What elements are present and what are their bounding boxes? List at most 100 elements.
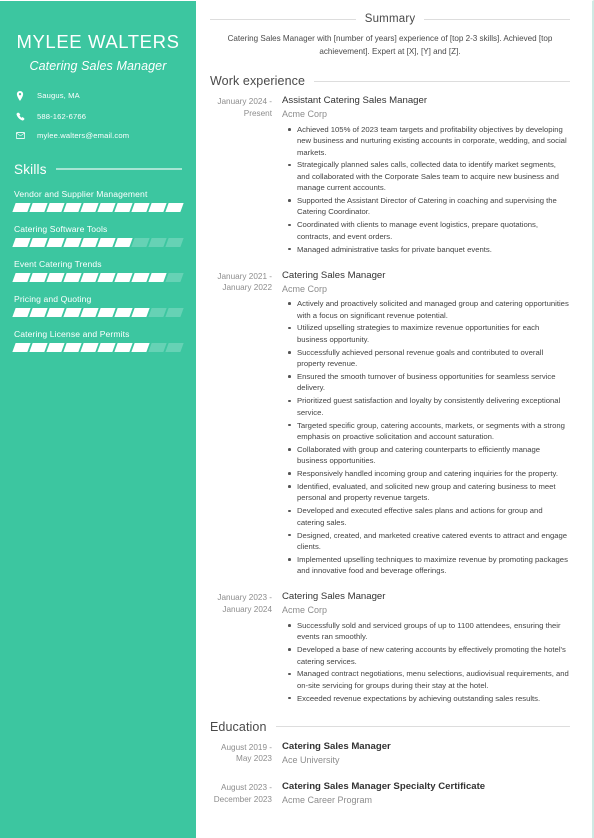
skill-level-segment [131, 307, 150, 317]
entry-bullet: Achieved 105% of 2023 team targets and p… [288, 124, 570, 158]
entry-bullet: Actively and proactively solicited and m… [288, 299, 569, 320]
skill-level-segment [46, 342, 65, 352]
entry-dates: January 2021 - January 2022 [217, 271, 272, 293]
skill-level-segment [114, 342, 133, 352]
skill-level-segment [80, 272, 99, 282]
contact-item[interactable]: Saugus, MA [16, 91, 182, 102]
candidate-job-title: Catering Sales Manager [29, 59, 167, 74]
entry-bullet: Implemented upselling techniques to maxi… [288, 554, 570, 577]
entry-organization: Acme Corp [282, 605, 328, 616]
entry-dates: January 2024 - Present [217, 97, 272, 118]
skill-level-segment [12, 202, 31, 212]
entry-bullet: Managed administrative tasks for private… [288, 244, 570, 255]
work-experience-divider [314, 80, 570, 82]
resume-page: MYLEE WALTERS Catering Sales Manager Sau… [0, 0, 594, 838]
skill-level-segment [148, 307, 167, 317]
entry-body: Catering Sales Manager Specialty Certifi… [282, 781, 570, 810]
education-heading: Education [210, 719, 267, 734]
skill-level-segment [148, 342, 167, 352]
skill-level-segment [97, 237, 116, 247]
skill-level-segment [80, 307, 99, 317]
entry-bullet: Managed contract negotiations, menu sele… [288, 669, 569, 690]
entry-bullet: Utilized upselling strategies to maximiz… [288, 322, 570, 345]
skill-level-bar [12, 342, 184, 352]
skill-label: Catering License and Permits [14, 328, 130, 339]
skill-level-segment [80, 342, 99, 352]
skill-level-segment [148, 272, 167, 282]
entry-dates: August 2023 - December 2023 [213, 783, 272, 805]
skill-level-segment [165, 237, 184, 247]
experience-entry: January 2021 - January 2022 Catering Sale… [210, 270, 570, 579]
entry-bullet: Supported the Assistant Director of Cate… [288, 195, 570, 218]
skill-level-segment [114, 272, 133, 282]
skill-level-segment [165, 342, 184, 352]
skill-level-segment [80, 202, 99, 212]
entry-bullet: Ensured the smooth turnover of business … [288, 371, 570, 394]
contact-list: Saugus, MA 588-162-6766 mylee.walters@emai… [16, 91, 182, 140]
skill-level-segment [12, 272, 31, 282]
skill-level-segment [114, 202, 133, 212]
summary-text: Catering Sales Manager with [number of y… [227, 34, 553, 56]
entry-bullet: Strategically planned sales calls, colle… [288, 159, 570, 193]
skill-item: Catering Software Tools [12, 224, 184, 247]
skill-level-segment [63, 202, 82, 212]
skill-level-segment [29, 342, 48, 352]
candidate-name: MYLEE WALTERS [16, 31, 180, 52]
entry-bullet: Identified, evaluated, and solicited new… [288, 481, 570, 504]
entry-organization: Acme Corp [282, 283, 328, 294]
skill-item: Event Catering Trends [12, 258, 184, 282]
entry-body: Catering Sales Manager Ace University [282, 741, 570, 770]
location-pin-icon [16, 91, 32, 102]
skill-level-segment [165, 202, 184, 212]
skill-level-bar [12, 307, 184, 317]
contact-item[interactable]: mylee.walters@email.com [16, 132, 182, 140]
entry-bullet: Coordinated with clients to manage event… [288, 219, 570, 242]
summary-divider-right [424, 18, 571, 20]
skill-level-segment [46, 272, 65, 282]
entry-body: Assistant Catering Sales Manager Acme Cor… [282, 95, 570, 256]
skill-level-segment [131, 342, 150, 352]
skill-item: Pricing and Quoting [12, 294, 184, 317]
skill-level-bar [12, 237, 184, 247]
summary-divider-left [210, 18, 356, 20]
education-section-header: Education [210, 720, 570, 734]
skill-label: Vendor and Supplier Management [14, 188, 148, 199]
skill-level-segment [165, 307, 184, 317]
skill-level-segment [12, 307, 31, 317]
skill-level-segment [12, 342, 31, 352]
envelope-icon [16, 132, 32, 140]
entry-role: Assistant Catering Sales Manager [282, 95, 428, 107]
entry-bullet: Prioritized guest satisfaction and loyal… [288, 395, 570, 418]
skill-label: Event Catering Trends [14, 258, 102, 269]
contact-text: mylee.walters@email.com [37, 131, 130, 141]
entry-bullet: Exceeded revenue expectations by achievi… [288, 693, 570, 704]
entry-bullet: Successfully achieved personal revenue g… [288, 347, 570, 370]
education-list: August 2019 - May 2023 Catering Sales Man… [210, 741, 570, 810]
work-experience-heading: Work experience [210, 74, 306, 89]
summary-heading: Summary [364, 13, 416, 25]
education-divider [275, 726, 570, 728]
skill-level-segment [29, 272, 48, 282]
entry-degree: Catering Sales Manager Specialty Certifi… [282, 781, 486, 793]
phone-icon [16, 112, 32, 121]
skill-level-segment [46, 202, 65, 212]
entry-bullet: Successfully sold and serviced groups of… [288, 620, 570, 643]
sidebar: MYLEE WALTERS Catering Sales Manager Sau… [0, 1, 196, 838]
skill-item: Vendor and Supplier Management [12, 188, 184, 212]
skill-level-segment [12, 237, 31, 247]
entry-degree: Catering Sales Manager [282, 740, 391, 752]
entry-bullet: Collaborated with group and catering cou… [288, 444, 570, 467]
skill-level-segment [97, 342, 116, 352]
work-experience-list: January 2024 - Present Assistant Catering… [210, 95, 570, 706]
skill-item: Catering License and Permits [12, 328, 184, 352]
skill-level-segment [63, 307, 82, 317]
summary-section-header: Summary [210, 13, 571, 25]
contact-item[interactable]: 588-162-6766 [16, 112, 182, 121]
skill-level-segment [114, 237, 133, 247]
skill-level-segment [165, 272, 184, 282]
entry-bullet-list: Achieved 105% of 2023 team targets and p… [282, 124, 570, 255]
skill-level-segment [46, 237, 65, 247]
skill-level-segment [114, 307, 133, 317]
entry-bullet: Targeted specific group, catering accoun… [288, 420, 570, 443]
skill-level-segment [97, 307, 116, 317]
